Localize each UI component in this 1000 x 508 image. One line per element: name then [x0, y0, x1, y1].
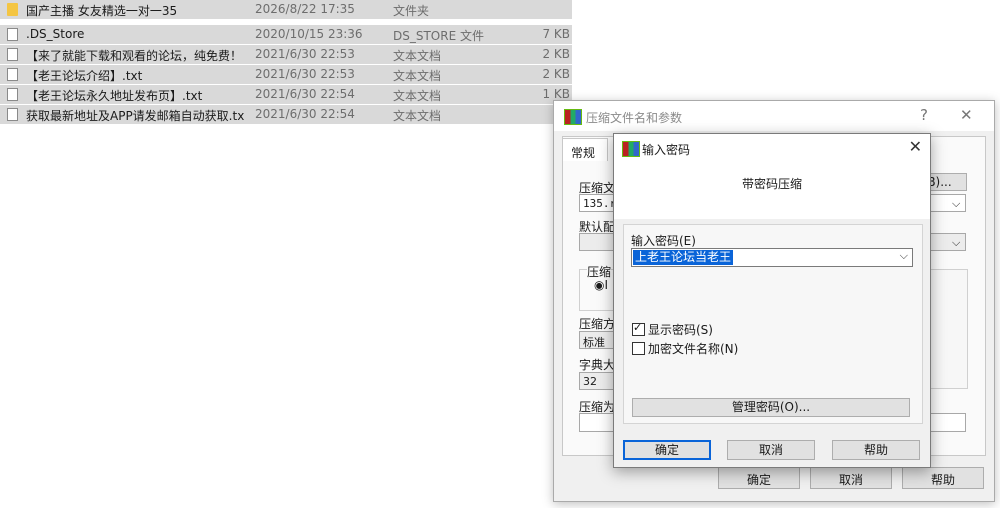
file-name: 获取最新地址及APP请发邮箱自动获取.txt — [26, 109, 244, 123]
winrar-icon — [564, 109, 582, 125]
checkbox-checked-icon[interactable] — [632, 321, 645, 336]
text-file-icon — [7, 68, 18, 81]
file-size: 2 KB — [542, 47, 570, 61]
cancel-label: 取消 — [838, 473, 863, 487]
folder-icon — [7, 3, 18, 16]
file-date: 2021/6/30 22:53 — [255, 67, 355, 81]
password-label: 输入密码(E) — [631, 234, 696, 248]
dict-label: 字典大 — [579, 358, 616, 372]
file-row[interactable]: 获取最新地址及APP请发邮箱自动获取.txt 2021/6/30 22:54 文… — [0, 105, 572, 124]
dict-value: 32 — [583, 375, 597, 388]
dialog-header: 带密码压缩 — [614, 164, 930, 219]
file-date: 2021/6/30 22:54 — [255, 107, 355, 121]
file-type: 文本文档 — [393, 49, 442, 63]
file-name: 【来了就能下载和观看的论坛，纯免费！ ... — [26, 49, 244, 63]
encrypt-names-checkbox[interactable]: 加密文件名称(N) — [632, 340, 738, 357]
ok-button[interactable]: 确定 — [718, 467, 800, 489]
file-type: DS_STORE 文件 — [393, 29, 484, 43]
checkbox-unchecked-icon[interactable] — [632, 342, 645, 355]
help-button[interactable]: 帮助 — [902, 467, 984, 489]
ok-button[interactable]: 确定 — [623, 440, 711, 460]
password-input[interactable]: 上老王论坛当老王 ⌵ — [631, 248, 913, 267]
archive-name-value: 135.r — [583, 197, 617, 210]
dialog-title: 输入密码 — [642, 143, 691, 157]
file-row[interactable]: 【老王论坛永久地址发布页】.txt 2021/6/30 22:54 文本文档 1… — [0, 85, 572, 104]
close-icon[interactable]: ✕ — [960, 106, 973, 124]
manage-passwords-button[interactable]: 管理密码(O)... — [632, 398, 910, 417]
file-date: 2021/6/30 22:53 — [255, 47, 355, 61]
file-date: 2020/10/15 23:36 — [255, 27, 363, 41]
file-type: 文本文档 — [393, 89, 442, 103]
password-value: 上老王论坛当老王 — [633, 250, 734, 265]
file-name: .DS_Store — [26, 27, 85, 41]
file-row[interactable]: 【来了就能下载和观看的论坛，纯免费！ ... 2021/6/30 22:53 文… — [0, 45, 572, 64]
show-password-label: 显示密码(S) — [648, 323, 713, 337]
file-type: 文本文档 — [393, 109, 442, 123]
file-size: 1 KB — [542, 87, 570, 101]
options-group — [926, 269, 968, 389]
password-dialog: 输入密码 ✕ 带密码压缩 输入密码(E) 上老王论坛当老王 ⌵ 显示密码(S) … — [613, 133, 931, 468]
file-date: 2021/6/30 22:54 — [255, 87, 355, 101]
method-label: 压缩方 — [579, 317, 616, 331]
show-password-checkbox[interactable]: 显示密码(S) — [632, 321, 713, 338]
tab-label: 常规 — [571, 146, 596, 160]
dict-select[interactable]: 32 — [579, 372, 617, 390]
ok-label: 确定 — [746, 473, 771, 487]
text-file-icon — [7, 88, 18, 101]
title-bar: 输入密码 ✕ — [614, 134, 930, 164]
file-name: 【老王论坛介绍】.txt — [26, 69, 143, 83]
format-radio[interactable]: ◉I — [594, 278, 608, 292]
cancel-button[interactable]: 取消 — [810, 467, 892, 489]
dialog-title: 压缩文件名和参数 — [586, 111, 683, 125]
chevron-down-icon[interactable]: ⌵ — [952, 236, 960, 250]
help-button[interactable]: 帮助 — [832, 440, 920, 460]
help-title-button[interactable]: ? — [920, 106, 928, 124]
text-file-icon — [7, 48, 18, 61]
method-value: 标准 — [583, 336, 605, 349]
file-row[interactable]: 【老王论坛介绍】.txt 2021/6/30 22:53 文本文档 2 KB — [0, 65, 572, 84]
winrar-icon — [622, 141, 640, 157]
cancel-button[interactable]: 取消 — [727, 440, 815, 460]
file-size: 7 KB — [542, 27, 570, 41]
file-icon — [7, 28, 18, 41]
file-name: 国产主播 女友精选一对一35 — [26, 4, 178, 18]
file-size: 2 KB — [542, 67, 570, 81]
close-icon[interactable]: ✕ — [909, 137, 922, 156]
text-file-icon — [7, 108, 18, 121]
file-type: 文本文档 — [393, 69, 442, 83]
file-name: 【老王论坛永久地址发布页】.txt — [26, 89, 203, 103]
tab-general[interactable]: 常规 — [562, 138, 608, 161]
file-row[interactable]: 国产主播 女友精选一对一35 2026/8/22 17:35 文件夹 — [0, 0, 572, 19]
title-bar: 压缩文件名和参数 ? ✕ — [554, 101, 994, 131]
chevron-down-icon[interactable]: ⌵ — [900, 249, 908, 263]
file-type: 文件夹 — [393, 4, 430, 18]
file-row[interactable]: .DS_Store 2020/10/15 23:36 DS_STORE 文件 7… — [0, 25, 572, 44]
method-select[interactable]: 标准 — [579, 331, 617, 349]
chevron-down-icon[interactable]: ⌵ — [952, 197, 960, 211]
help-label: 帮助 — [930, 473, 955, 487]
encrypt-names-label: 加密文件名称(N) — [648, 342, 739, 356]
header-text: 带密码压缩 — [741, 177, 802, 191]
file-date: 2026/8/22 17:35 — [255, 2, 355, 16]
